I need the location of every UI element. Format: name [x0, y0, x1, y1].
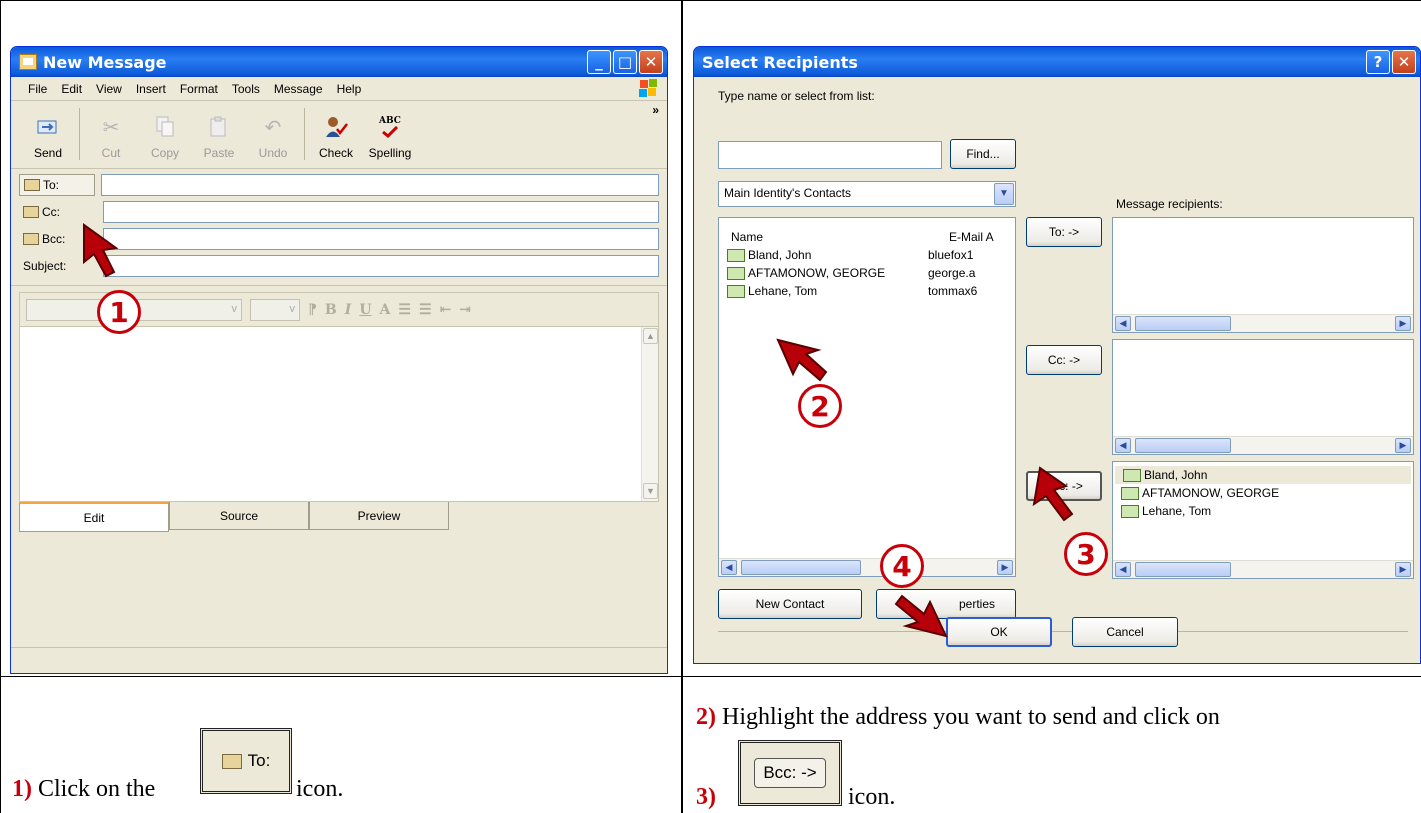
step-2-text: Highlight the address you want to send a… [722, 704, 1220, 730]
arrow-2-icon [776, 338, 828, 382]
step-2-number: 2) [696, 704, 716, 730]
arrow-4-icon [894, 594, 948, 638]
step-2-caption: 2) Highlight the address you want to sen… [696, 704, 1220, 731]
callout-3: 3 [1064, 532, 1108, 576]
address-book-icon [221, 753, 242, 769]
bcc-button-illustration-label: Bcc: -> [754, 758, 826, 788]
bcc-button-illustration: Bcc: -> [738, 740, 842, 806]
step-1-number: 1) [12, 776, 32, 802]
step-1-caption-end: icon. [296, 776, 344, 802]
step-3-number: 3) [696, 784, 716, 810]
step-3-caption: 3) [696, 784, 716, 811]
callout-4: 4 [880, 544, 924, 588]
to-button-illustration-label: To: [247, 751, 271, 770]
to-button-illustration: To: [200, 728, 292, 794]
arrow-1-icon [83, 223, 119, 278]
callout-1: 1 [97, 290, 141, 334]
step-1-text: Click on the [38, 776, 156, 802]
arrow-3-icon [1032, 466, 1074, 522]
annotation-arrows [83, 223, 1074, 638]
callout-2: 2 [798, 384, 842, 428]
step-3-caption-end: icon. [848, 784, 896, 810]
step-1-caption: 1) Click on the [12, 776, 155, 803]
